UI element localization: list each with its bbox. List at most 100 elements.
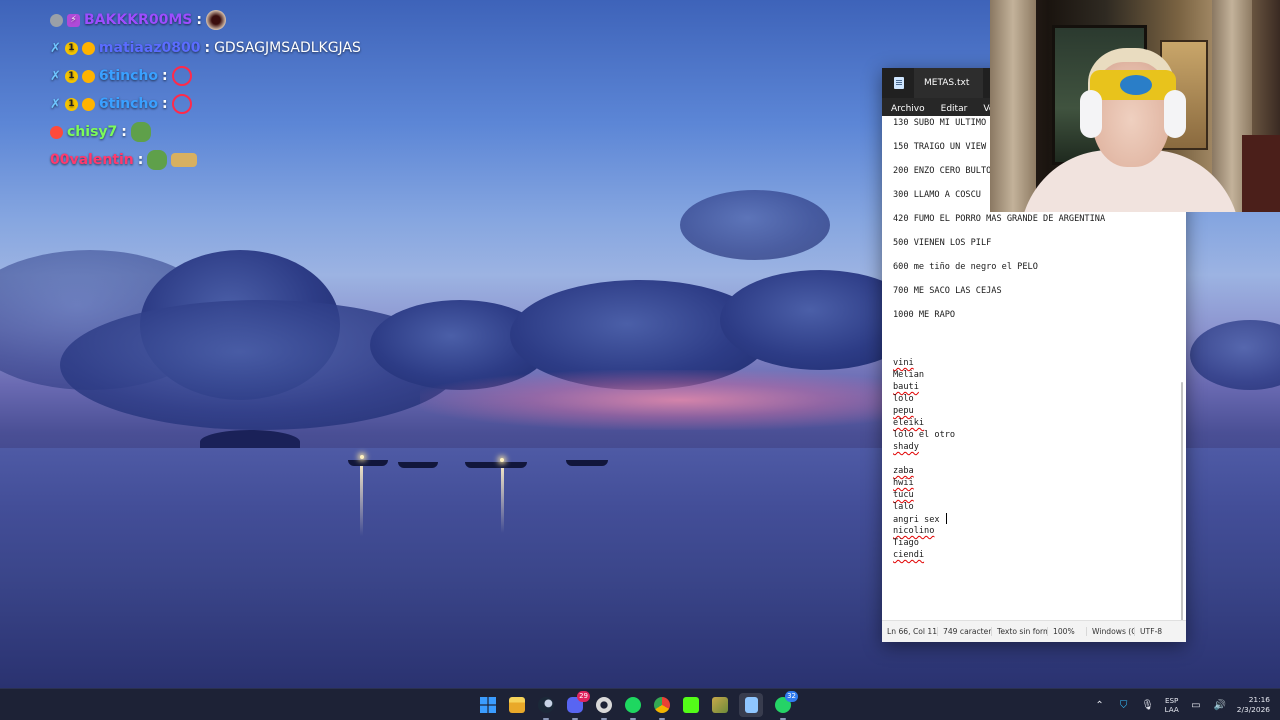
obs-icon [595, 697, 612, 713]
status-zoom[interactable]: 100% [1048, 627, 1087, 636]
name-line: tucu [893, 490, 914, 500]
input-language[interactable]: ESP LAA [1165, 696, 1179, 714]
taskbar-file-explorer[interactable] [507, 696, 526, 715]
sword-badge-icon: ✗ [50, 96, 61, 112]
windows-icon [479, 697, 496, 713]
sub-badge-icon: ⚡ [67, 13, 80, 27]
boat [465, 462, 527, 468]
notepad-statusbar: Ln 66, Col 11 749 caracteres Texto sin f… [882, 620, 1186, 642]
chat-line: chisy7: [50, 118, 380, 146]
sword-badge-icon: ✗ [50, 68, 61, 84]
taskbar-spotify[interactable] [623, 696, 642, 720]
taskbar-photos[interactable] [710, 696, 729, 715]
curtain [990, 0, 1036, 212]
badge-icon [50, 13, 63, 27]
tier-badge-icon: 1 [64, 69, 78, 83]
sword-badge-icon: ✗ [50, 40, 61, 56]
notepad-icon [744, 697, 758, 713]
name-line: Tiago [893, 538, 919, 548]
tab-metas[interactable]: METAS.txt [914, 68, 984, 98]
taskbar-obs[interactable] [594, 696, 613, 720]
goal-line: 500 VIENEN LOS PILF [893, 238, 992, 248]
running-indicator [779, 717, 786, 720]
taskbar-discord[interactable]: 29 [565, 690, 590, 720]
stream-chat-overlay: ⚡ BAKKKR00MS: ✗ 1 matiaaz0800: GDSAGJMSA… [50, 6, 380, 174]
no-symbol-icon [171, 66, 192, 86]
cloud [680, 190, 830, 260]
name-line-with-caret: angri sex [893, 513, 947, 525]
network-icon[interactable]: ▭ [1189, 700, 1203, 711]
chat-line: ✗ 1 matiaaz0800: GDSAGJMSADLKGJAS [50, 40, 361, 56]
pepe-emote-icon [130, 122, 151, 142]
system-tray: ⌃ ⛉ 🎙 ESP LAA ▭ 🔊 21:16 2/3/2026 [1093, 689, 1270, 720]
name-line: hwii [893, 478, 914, 488]
boat-light [500, 458, 504, 462]
name-line: vini [893, 358, 914, 368]
name-line: lalo [893, 502, 914, 512]
goal-line: 1000 ME RAPO [893, 310, 956, 320]
start-button[interactable] [478, 696, 497, 715]
lang-top: ESP [1164, 696, 1179, 705]
tier-badge-icon: 1 [64, 41, 78, 55]
name-line: bauti [893, 382, 919, 392]
name-line: Melian [893, 370, 925, 380]
goal-line: 600 me tiño de negro el PELO [893, 262, 1038, 272]
tier-badge-icon: 1 [64, 97, 78, 111]
light-reflection [360, 466, 363, 536]
taskbar-kick[interactable] [681, 696, 700, 715]
emote-icon [171, 153, 198, 167]
clock-date: 2/3/2026 [1236, 705, 1270, 714]
menu-archivo[interactable]: Archivo [891, 104, 925, 114]
taskbar: 29 32 ⌃ ⛉ 🎙 ESP LAA ▭ 🔊 21:16 2/3/2026 [0, 688, 1280, 720]
taskbar-chrome[interactable] [652, 696, 671, 720]
lang-bottom: LAA [1164, 705, 1179, 714]
emoji-badge-icon [81, 97, 95, 111]
status-encoding: UTF-8 [1140, 627, 1163, 636]
chat-username: matiaaz0800 [98, 40, 201, 56]
notepad-icon [894, 77, 904, 89]
microphone-icon[interactable]: 🎙 [1141, 700, 1155, 711]
chat-username: BAKKKR00MS [84, 12, 193, 28]
chat-message: GDSAGJMSADLKGJAS [214, 40, 361, 56]
headphone-icon [1080, 90, 1102, 138]
menu-editar[interactable]: Editar [941, 104, 968, 114]
vertical-scrollbar[interactable] [1181, 382, 1183, 620]
light-reflection [501, 468, 504, 533]
badge-icon [50, 125, 63, 139]
clock[interactable]: 21:16 2/3/2026 [1237, 695, 1270, 715]
volume-icon[interactable]: 🔊 [1213, 700, 1227, 711]
emoji-badge-icon [81, 41, 95, 55]
chat-line: 00valentin: [50, 146, 380, 174]
boat [398, 462, 438, 468]
notification-badge: 32 [785, 690, 798, 702]
status-format: Texto sin formato [992, 627, 1048, 636]
name-line: ciendi [893, 550, 925, 560]
goal-line: 130 SUBO MI ULTIMO [893, 118, 987, 128]
running-indicator [571, 717, 578, 720]
name-line: shady [893, 442, 919, 452]
boat [566, 460, 608, 466]
text-caret [945, 513, 947, 524]
goal-line: 300 LLAMO A COSCU [893, 190, 981, 200]
name-line: zaba [893, 466, 914, 476]
running-indicator [600, 717, 607, 720]
name-text: angri sex [893, 515, 945, 525]
headphone-icon [1164, 90, 1186, 138]
taskbar-notepad[interactable] [739, 693, 763, 717]
running-indicator [658, 717, 665, 720]
chat-line: ✗ 1 6tincho: [50, 62, 380, 90]
notification-badge: 29 [577, 690, 590, 702]
chat-username: 6tincho [98, 68, 158, 84]
goal-line: 150 TRAIGO UN VIEW [893, 142, 987, 152]
chat-line: ⚡ BAKKKR00MS: [50, 6, 380, 34]
folder-icon [508, 697, 525, 713]
steam-icon [537, 697, 554, 713]
chrome-icon [653, 697, 670, 713]
taskbar-whatsapp[interactable]: 32 [773, 690, 798, 720]
taskbar-steam[interactable] [536, 696, 555, 720]
chevron-up-icon[interactable]: ⌃ [1093, 700, 1107, 711]
name-line: nicolino [893, 526, 935, 536]
name-line: eleiki [893, 418, 925, 428]
shield-icon[interactable]: ⛉ [1117, 700, 1131, 711]
goal-line: 420 FUMO EL PORRO MAS GRANDE DE ARGENTIN… [893, 214, 1106, 224]
